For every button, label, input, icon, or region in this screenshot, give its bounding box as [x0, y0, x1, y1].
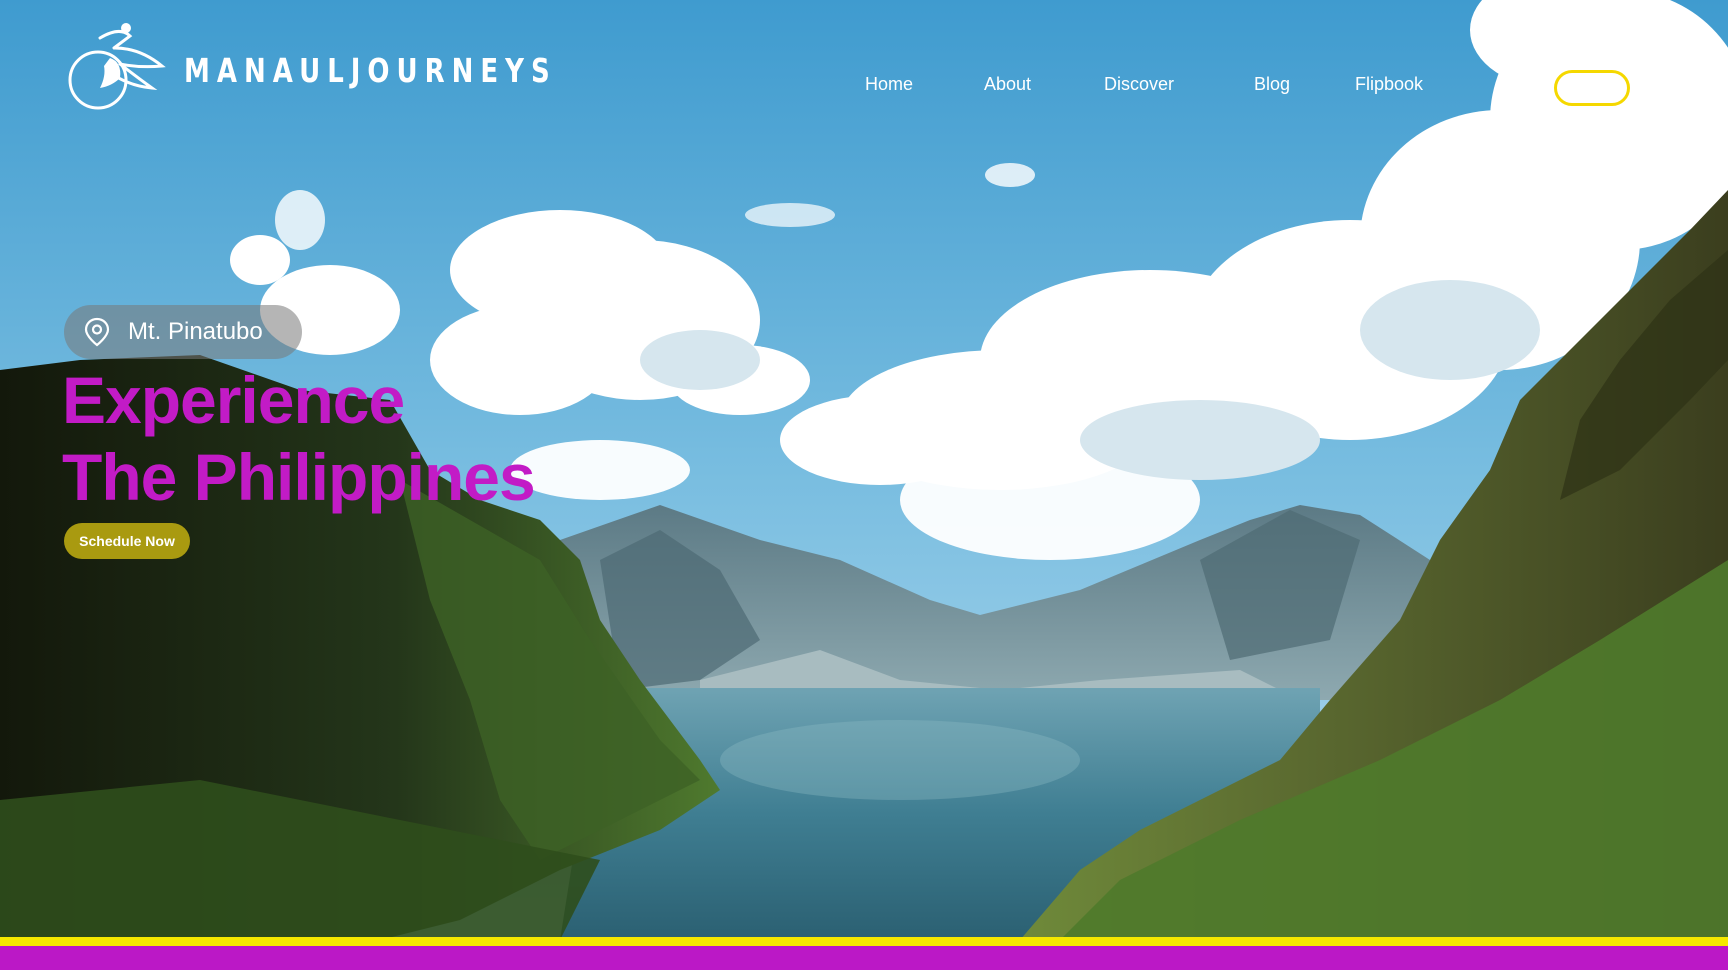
- nav-blog-link[interactable]: Blog: [1254, 74, 1290, 95]
- footer-stripe-yellow: [0, 937, 1728, 946]
- location-pin-icon: [84, 317, 110, 347]
- footer-stripe-purple: [0, 946, 1728, 970]
- brand-logo[interactable]: MANAULJOURNEYS: [60, 18, 557, 118]
- location-chip: Mt. Pinatubo: [64, 305, 302, 359]
- phoenix-bird-icon: [68, 23, 166, 110]
- nav-discover-link[interactable]: Discover: [1104, 74, 1174, 95]
- brand-name: MANAULJOURNEYS: [184, 53, 557, 91]
- nav-home-link[interactable]: Home: [865, 74, 913, 95]
- schedule-now-button[interactable]: Schedule Now: [64, 523, 190, 559]
- hero-title-line-2: The Philippines: [62, 440, 536, 514]
- location-label: Mt. Pinatubo: [128, 318, 263, 345]
- nav-about-link[interactable]: About: [984, 74, 1031, 95]
- hero-title-line-1: Experience: [62, 363, 405, 437]
- login-button[interactable]: Login: [1554, 70, 1630, 106]
- hero-title: Experience The Philippines: [62, 362, 536, 516]
- landing-page: MANAULJOURNEYS Home About Discover Blog …: [0, 0, 1728, 970]
- nav-flipbook-link[interactable]: Flipbook: [1355, 74, 1423, 95]
